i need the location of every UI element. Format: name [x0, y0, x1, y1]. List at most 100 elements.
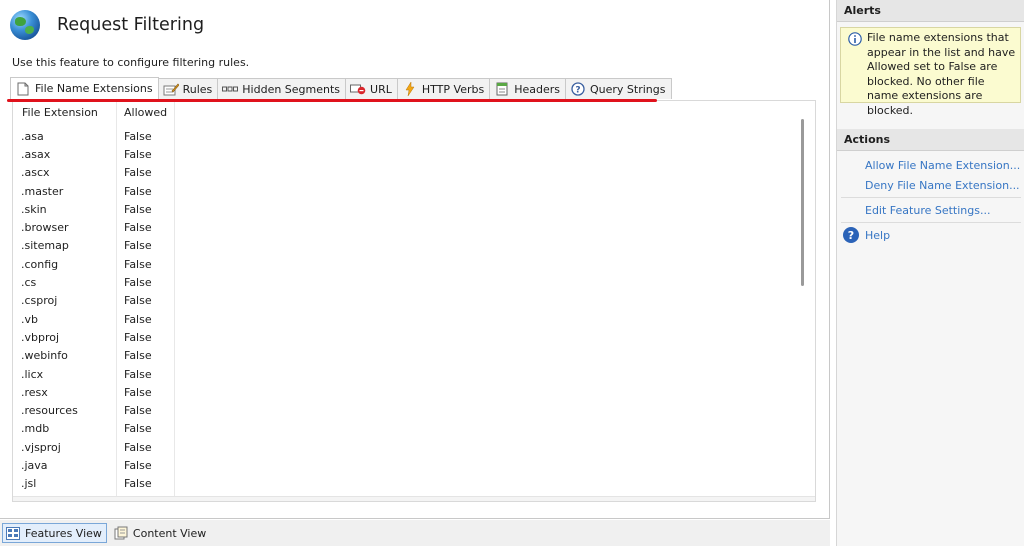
tab-rules[interactable]: Rules: [157, 78, 219, 99]
tab-file-name-extensions[interactable]: File Name Extensions: [10, 77, 159, 99]
allowed-cell: False: [124, 422, 152, 436]
question-circle-icon: ?: [570, 82, 586, 96]
content-view-button[interactable]: Content View: [110, 523, 211, 543]
table-row[interactable]: .vbproj False: [13, 328, 183, 346]
tab-label: Headers: [514, 82, 560, 96]
tab-label: HTTP Verbs: [421, 82, 485, 96]
tab-label: Rules: [182, 82, 213, 96]
help-label: Help: [865, 228, 891, 242]
allowed-cell: False: [124, 166, 152, 180]
table-row[interactable]: .licx False: [13, 365, 183, 383]
features-view-button[interactable]: Features View: [2, 523, 107, 543]
table-row[interactable]: .cs False: [13, 273, 183, 291]
allowed-cell: False: [124, 440, 152, 454]
file-extension-cell: .cs: [21, 276, 37, 290]
segments-icon: [222, 82, 239, 96]
table-row[interactable]: .master False: [13, 182, 183, 200]
table-row[interactable]: .webinfo False: [13, 347, 183, 365]
table-row[interactable]: .config False: [13, 255, 183, 273]
file-extension-cell: .vjsproj: [21, 440, 61, 454]
lightning-icon: [402, 82, 418, 96]
grid-rows: .asa False .asax False .ascx False .master Fals…: [13, 127, 183, 501]
table-row[interactable]: .java False: [13, 456, 183, 474]
alert-text: File name extensions that appear in the …: [867, 31, 1016, 117]
actions-pane: Alerts File name extensions that appear …: [836, 0, 1024, 546]
content-view-label: Content View: [132, 526, 207, 540]
table-row[interactable]: .resx False: [13, 383, 183, 401]
table-row[interactable]: .sitemap False: [13, 237, 183, 255]
horizontal-scrollbar[interactable]: [13, 496, 815, 501]
table-row[interactable]: .jsl False: [13, 475, 183, 493]
allowed-cell: False: [124, 239, 152, 253]
file-extension-cell: .csproj: [21, 294, 58, 308]
tab-query-strings[interactable]: ? Query Strings: [565, 78, 672, 99]
url-block-icon: [350, 82, 366, 96]
view-switcher: Features View Content View: [0, 520, 830, 546]
vertical-scrollbar[interactable]: [801, 119, 804, 286]
table-row[interactable]: .csproj False: [13, 292, 183, 310]
table-row[interactable]: .asax False: [13, 145, 183, 163]
allowed-cell: False: [124, 385, 152, 399]
page-title: Request Filtering: [57, 15, 205, 35]
file-extension-cell: .resx: [21, 385, 48, 399]
table-row[interactable]: .browser False: [13, 218, 183, 236]
alerts-heading: Alerts: [837, 0, 1024, 22]
page-header: Request Filtering: [10, 9, 204, 41]
table-row[interactable]: .asa False: [13, 127, 183, 145]
allowed-cell: False: [124, 221, 152, 235]
tab-headers[interactable]: Headers: [489, 78, 566, 99]
allow-file-name-extension-link[interactable]: Allow File Name Extension...: [837, 155, 1024, 175]
table-row[interactable]: .ascx False: [13, 164, 183, 182]
file-extension-cell: .browser: [21, 221, 69, 235]
allowed-cell: False: [124, 404, 152, 418]
pencil-rules-icon: [163, 82, 179, 96]
file-extension-cell: .mdb: [21, 422, 50, 436]
column-header-allowed[interactable]: Allowed: [124, 106, 167, 119]
table-row[interactable]: .resources False: [13, 401, 183, 419]
content-view-icon: [113, 526, 129, 540]
features-view-icon: [5, 526, 21, 540]
red-underline-annotation: [7, 99, 657, 102]
file-extension-cell: .licx: [21, 367, 44, 381]
deny-file-name-extension-link[interactable]: Deny File Name Extension...: [837, 175, 1024, 195]
edit-feature-settings-link[interactable]: Edit Feature Settings...: [837, 200, 1024, 220]
info-icon: [848, 32, 862, 51]
file-extension-cell: .java: [21, 458, 48, 472]
allowed-cell: False: [124, 312, 152, 326]
table-row[interactable]: .vb False: [13, 310, 183, 328]
allowed-cell: False: [124, 367, 152, 381]
divider: [841, 197, 1021, 198]
help-icon: ?: [843, 227, 859, 243]
help-link[interactable]: ? Help: [837, 225, 1024, 245]
file-extension-cell: .sitemap: [21, 239, 69, 253]
column-header-file-extension[interactable]: File Extension: [22, 106, 98, 119]
tab-strip: File Name Extensions Rules Hidden Segmen…: [10, 77, 672, 99]
allowed-cell: False: [124, 477, 152, 491]
tab-label: Query Strings: [590, 82, 666, 96]
file-extension-cell: .skin: [21, 202, 47, 216]
allowed-cell: False: [124, 294, 152, 308]
file-extension-cell: .ascx: [21, 166, 50, 180]
extensions-grid[interactable]: File Extension Allowed .asa False .asax Fal…: [12, 100, 816, 502]
actions-heading: Actions: [837, 129, 1024, 151]
allowed-cell: False: [124, 184, 152, 198]
allowed-cell: False: [124, 330, 152, 344]
file-extension-cell: .asa: [21, 129, 44, 143]
table-row[interactable]: .vjsproj False: [13, 438, 183, 456]
allowed-cell: False: [124, 147, 152, 161]
features-view-label: Features View: [25, 526, 102, 540]
tab-label: Hidden Segments: [242, 82, 341, 96]
file-extension-cell: .asax: [21, 147, 51, 161]
table-row[interactable]: .mdb False: [13, 420, 183, 438]
tab-http-verbs[interactable]: HTTP Verbs: [396, 78, 491, 99]
table-row[interactable]: .skin False: [13, 200, 183, 218]
allowed-cell: False: [124, 276, 152, 290]
file-extension-cell: .vb: [21, 312, 38, 326]
tab-label: URL: [370, 82, 392, 96]
tab-url[interactable]: URL: [345, 78, 398, 99]
tab-hidden-segments[interactable]: Hidden Segments: [217, 78, 347, 99]
file-extension-cell: .webinfo: [21, 349, 68, 363]
features-pane: Request Filtering Use this feature to co…: [0, 0, 830, 519]
allowed-cell: False: [124, 129, 152, 143]
allowed-cell: False: [124, 202, 152, 216]
